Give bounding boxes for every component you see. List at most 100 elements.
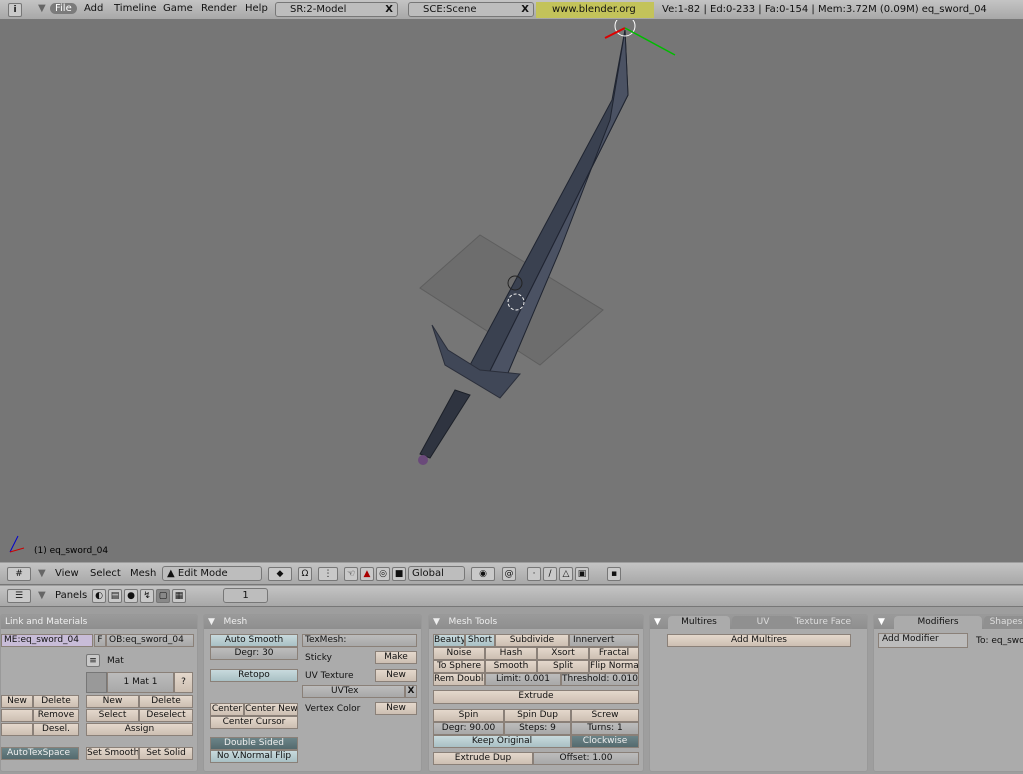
smooth-button[interactable]: Smooth — [485, 660, 537, 673]
menu-view[interactable]: View — [55, 568, 79, 579]
limit-field[interactable]: Limit: 0.001 — [485, 673, 561, 686]
mat-new-button[interactable]: New — [86, 695, 139, 708]
face-select-icon[interactable]: △ — [559, 567, 573, 581]
fractal-button[interactable]: Fractal — [589, 647, 639, 660]
editing-icon[interactable]: ▢ — [156, 589, 170, 603]
manipulator-hand-icon[interactable]: ☜ — [344, 567, 358, 581]
offset-field[interactable]: Offset: 1.00 — [533, 752, 639, 765]
texmesh-field[interactable]: TexMesh: — [302, 634, 417, 647]
vertex-select-icon[interactable]: · — [527, 567, 541, 581]
script-icon[interactable]: ▤ — [108, 589, 122, 603]
menu-timeline[interactable]: Timeline — [114, 3, 157, 14]
xsort-button[interactable]: Xsort — [537, 647, 589, 660]
spin-degr-field[interactable]: Degr: 90.00 — [433, 722, 504, 735]
close-scene-icon[interactable]: X — [521, 3, 529, 16]
scale-icon[interactable]: ■ — [392, 567, 406, 581]
shading-icon[interactable]: ● — [124, 589, 138, 603]
spin-button[interactable]: Spin — [433, 709, 504, 722]
fake-user-button[interactable]: F — [94, 634, 106, 647]
layer-icon[interactable]: @ — [502, 567, 516, 581]
collapse-icon[interactable]: ▼ — [38, 3, 46, 14]
hash-button[interactable]: Hash — [485, 647, 537, 660]
double-sided-toggle[interactable]: Double Sided — [210, 737, 298, 750]
set-solid-button[interactable]: Set Solid — [139, 747, 193, 760]
clockwise-toggle[interactable]: Clockwise — [571, 735, 639, 748]
extrude-button[interactable]: Extrude — [433, 690, 639, 704]
menu-select[interactable]: Select — [90, 568, 121, 579]
menu-render[interactable]: Render — [201, 3, 237, 14]
mat-deselect-button[interactable]: Deselect — [139, 709, 193, 722]
panel-title[interactable]: ▼ Mesh — [204, 615, 421, 629]
rotate-icon[interactable]: ◎ — [376, 567, 390, 581]
occlude-icon[interactable]: ▣ — [575, 567, 589, 581]
add-multires-button[interactable]: Add Multires — [667, 634, 851, 647]
panel-title[interactable]: Link and Materials — [1, 615, 197, 629]
split-button[interactable]: Split — [537, 660, 589, 673]
menu-add[interactable]: Add — [84, 3, 103, 14]
menu-panels[interactable]: Panels — [55, 590, 87, 601]
turns-field[interactable]: Turns: 1 — [571, 722, 639, 735]
mode-selector[interactable]: ▲ Edit Mode — [162, 566, 262, 581]
center-cursor-button[interactable]: Center Cursor — [210, 716, 298, 729]
threshold-field[interactable]: Threshold: 0.010 — [561, 673, 639, 686]
info-icon[interactable]: i — [8, 3, 22, 17]
collapse-icon[interactable]: ▼ — [38, 568, 46, 579]
material-index-field[interactable]: 1 Mat 1 — [107, 672, 174, 693]
mesh-name-field[interactable]: ME:eq_sword_04 — [1, 634, 93, 647]
short-toggle[interactable]: Short — [465, 634, 495, 647]
center-button[interactable]: Center — [210, 703, 244, 716]
tab-modifiers[interactable]: Modifiers — [894, 616, 982, 629]
mat-menu-icon[interactable]: ≡ — [86, 654, 100, 667]
menu-help[interactable]: Help — [245, 3, 268, 14]
object-icon[interactable]: ↯ — [140, 589, 154, 603]
editor-type-buttons-icon[interactable]: ☰ — [7, 589, 31, 603]
x-axis-handle[interactable] — [604, 27, 626, 39]
vgroup-remove-button[interactable]: Remove — [33, 709, 79, 722]
autotexspace-toggle[interactable]: AutoTexSpace — [1, 747, 79, 760]
add-modifier-selector[interactable]: Add Modifier — [878, 633, 968, 648]
sticky-make-button[interactable]: Make — [375, 651, 417, 664]
mat-select-button[interactable]: Select — [86, 709, 139, 722]
screw-button[interactable]: Screw — [571, 709, 639, 722]
uvtex-delete-button[interactable]: X — [405, 685, 417, 698]
draw-type-icon[interactable]: ◆ — [268, 567, 292, 581]
menu-mesh[interactable]: Mesh — [130, 568, 156, 579]
editor-type-grid-icon[interactable]: # — [7, 567, 31, 581]
menu-game[interactable]: Game — [163, 3, 193, 14]
vgroup-new-button[interactable]: New — [1, 695, 33, 708]
translate-icon[interactable]: ▲ — [360, 567, 374, 581]
extrude-dup-button[interactable]: Extrude Dup — [433, 752, 533, 765]
uvtex-layer-field[interactable]: UVTex — [302, 685, 405, 698]
vertex-color-new-button[interactable]: New — [375, 702, 417, 715]
tab-texture-face[interactable]: Texture Face — [794, 616, 852, 629]
panel-title[interactable]: ▼ Mesh Tools — [429, 615, 643, 629]
mat-delete-button[interactable]: Delete — [139, 695, 193, 708]
collapse-icon[interactable]: ▼ — [38, 590, 46, 601]
y-axis-handle[interactable] — [624, 27, 676, 56]
tab-shapes[interactable]: Shapes — [984, 616, 1023, 629]
pivot-icon[interactable]: ◉ — [471, 567, 495, 581]
flip-normals-button[interactable]: Flip Normals — [589, 660, 639, 673]
render-icon[interactable]: ▪ — [607, 567, 621, 581]
screen-selector[interactable]: SR:2-Model X — [275, 2, 398, 17]
object-name-field[interactable]: OB:eq_sword_04 — [106, 634, 194, 647]
orientation-selector[interactable]: Global — [408, 566, 465, 581]
material-color-swatch[interactable] — [86, 672, 107, 693]
degr-field[interactable]: Degr: 30 — [210, 647, 298, 660]
vgroup-desel-button[interactable]: Desel. — [33, 723, 79, 736]
close-screen-icon[interactable]: X — [385, 3, 393, 16]
subdivide-button[interactable]: Subdivide — [495, 634, 569, 647]
auto-smooth-toggle[interactable]: Auto Smooth — [210, 634, 298, 647]
vgroup-delete-button[interactable]: Delete — [33, 695, 79, 708]
to-sphere-button[interactable]: To Sphere — [433, 660, 485, 673]
beauty-toggle[interactable]: Beauty — [433, 634, 465, 647]
tab-multires[interactable]: Multires — [668, 616, 730, 629]
proportional-icon[interactable]: Ω — [298, 567, 312, 581]
3d-viewport[interactable]: (1) eq_sword_04 — [0, 20, 1023, 562]
logic-icon[interactable]: ◐ — [92, 589, 106, 603]
menu-file[interactable]: File — [50, 3, 77, 14]
scene-icon[interactable]: ▦ — [172, 589, 186, 603]
mat-assign-button[interactable]: Assign — [86, 723, 193, 736]
frame-field[interactable]: 1 — [223, 588, 268, 603]
spin-dup-button[interactable]: Spin Dup — [504, 709, 571, 722]
